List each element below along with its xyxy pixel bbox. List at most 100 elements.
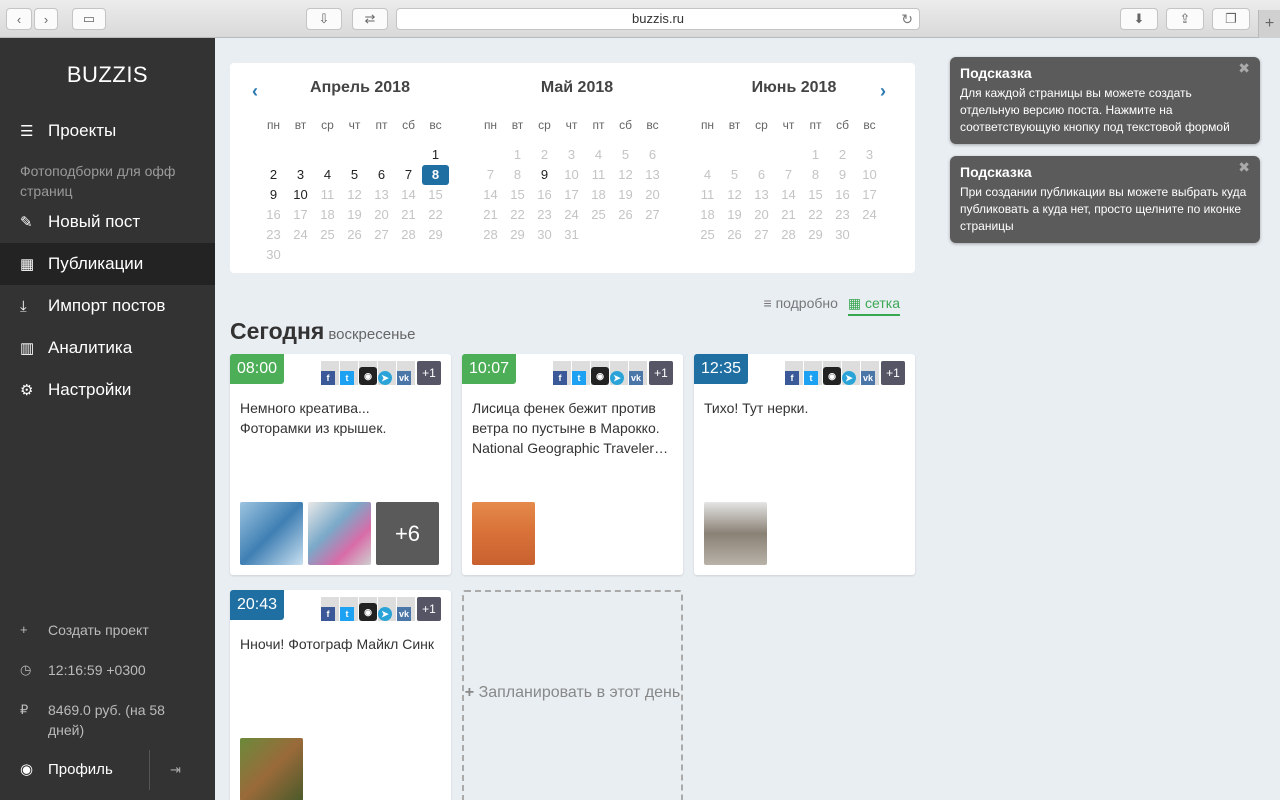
facebook-icon[interactable]: f: [321, 361, 339, 385]
calendar-day: 14: [401, 187, 416, 202]
vk-icon[interactable]: vk: [861, 361, 879, 385]
sidebar-item-publications[interactable]: ▦ Публикации: [0, 243, 215, 285]
post-photo[interactable]: [472, 502, 535, 565]
back-icon[interactable]: ‹: [6, 8, 32, 30]
calendar-day: 27: [754, 227, 769, 242]
create-project-link[interactable]: + Создать проект: [20, 620, 200, 640]
ruble-icon: ₽: [20, 702, 29, 717]
post-card[interactable]: 08:00 f t ◉ ➤ vk +1 Немного креатива... Фоторам…: [230, 354, 451, 575]
post-photo[interactable]: [704, 502, 767, 565]
post-photo[interactable]: [240, 502, 303, 565]
brand-logo[interactable]: BUZZIS: [0, 62, 215, 88]
month-june: Июнь 2018 пн вт ср чт пт сб вс 1 2 3 4 5 6 7 8 9 10 11 12 13…: [694, 79, 894, 245]
more-targets-badge[interactable]: +1: [881, 361, 905, 385]
telegram-icon[interactable]: ➤: [842, 361, 860, 385]
telegram-icon[interactable]: ➤: [610, 361, 628, 385]
twitter-icon[interactable]: t: [804, 361, 822, 385]
bookmark-download-icon[interactable]: ⇩: [306, 8, 342, 30]
sidebar-item-settings[interactable]: ⚙ Настройки: [0, 369, 215, 411]
month-april: Апрель 2018 пн вт ср чт пт сб вс 1 2 3 4 5 6 7 8 9 10 11 12…: [260, 79, 460, 265]
twitter-icon[interactable]: t: [572, 361, 590, 385]
weekday-label: вс: [646, 118, 659, 132]
calendar-day[interactable]: 2: [260, 165, 287, 185]
more-photos-thumb[interactable]: +6: [376, 502, 439, 565]
week-row: 11 12 13 14 15 16 17: [694, 185, 894, 205]
week-row: 2345678: [260, 165, 460, 185]
vk-icon[interactable]: vk: [397, 597, 415, 621]
calendar-day[interactable]: 7: [395, 165, 422, 185]
calendar-day-today[interactable]: 8: [422, 165, 449, 185]
facebook-icon[interactable]: f: [321, 597, 339, 621]
facebook-icon[interactable]: f: [785, 361, 803, 385]
week-row: 1 2 3: [694, 145, 894, 165]
camera-icon[interactable]: ◉: [359, 361, 377, 385]
calendar-day[interactable]: 1: [422, 145, 449, 165]
sidebar-item-projects[interactable]: ☰ Проекты: [0, 110, 215, 152]
post-card[interactable]: 20:43 f t ◉ ➤ vk +1 Нночи! Фотограф Майкл Синк: [230, 590, 451, 800]
calendar-day: 11: [320, 187, 335, 202]
balance[interactable]: ₽ 8469.0 руб. (на 58 дней): [20, 700, 200, 740]
close-icon[interactable]: ✖: [1238, 159, 1250, 176]
url-bar[interactable]: buzzis.ru ↻: [396, 8, 920, 30]
calendar-day[interactable]: 5: [341, 165, 368, 185]
prev-month-icon[interactable]: ‹: [252, 81, 258, 102]
post-photo[interactable]: [240, 738, 303, 800]
swap-icon[interactable]: ⇄: [352, 8, 388, 30]
post-card[interactable]: 12:35 f t ◉ ➤ vk +1 Тихо! Тут нерки.: [694, 354, 915, 575]
sidebar-toggle-icon[interactable]: ▭: [72, 8, 106, 30]
calendar-day: 24: [862, 207, 877, 222]
calendar-day[interactable]: 3: [287, 165, 314, 185]
calendar-day: 11: [700, 187, 715, 202]
post-card[interactable]: 10:07 f t ◉ ➤ vk +1 Лисица фенек бежит против в…: [462, 354, 683, 575]
sidebar-item-new-post[interactable]: ✎ Новый пост: [0, 201, 215, 243]
calendar-day[interactable]: 6: [368, 165, 395, 185]
calendar-day[interactable]: 10: [287, 185, 314, 205]
calendar-day: 18: [700, 207, 715, 222]
sidebar-item-label: Проекты: [48, 121, 117, 140]
vk-icon[interactable]: vk: [397, 361, 415, 385]
plan-day-button[interactable]: + Запланировать в этот день: [462, 590, 683, 800]
profile-link[interactable]: ◉ Профиль: [20, 760, 113, 779]
camera-icon[interactable]: ◉: [823, 361, 841, 385]
view-detailed-button[interactable]: ≡ подробно: [764, 295, 838, 316]
telegram-icon[interactable]: ➤: [378, 361, 396, 385]
new-tab-icon[interactable]: +: [1258, 10, 1280, 38]
calendar-empty-cell: [395, 145, 422, 165]
camera-icon[interactable]: ◉: [591, 361, 609, 385]
weekday-header: пн вт ср чт пт сб вс: [477, 115, 677, 135]
vk-icon[interactable]: vk: [629, 361, 647, 385]
share-icon[interactable]: ⇪: [1166, 8, 1204, 30]
more-targets-badge[interactable]: +1: [417, 361, 441, 385]
tabs-icon[interactable]: ❐: [1212, 8, 1250, 30]
calendar-day[interactable]: 9: [260, 185, 287, 205]
downloads-icon[interactable]: ⬇: [1120, 8, 1158, 30]
facebook-icon[interactable]: f: [553, 361, 571, 385]
calendar-empty-cell: [856, 225, 883, 245]
calendar-empty-cell: [287, 245, 314, 265]
twitter-icon[interactable]: t: [340, 361, 358, 385]
sidebar-item-analytics[interactable]: ▥ Аналитика: [0, 327, 215, 369]
calendar-empty-cell: [639, 225, 666, 245]
post-photo[interactable]: [308, 502, 371, 565]
logout-icon[interactable]: ⇥: [170, 762, 181, 778]
telegram-icon[interactable]: ➤: [378, 597, 396, 621]
calendar-day[interactable]: 9: [531, 165, 558, 185]
view-grid-button[interactable]: ▦ сетка: [847, 295, 900, 316]
calendar-day: 24: [293, 227, 308, 242]
calendar-empty-cell: [477, 145, 504, 165]
sidebar-item-import[interactable]: ⤓ Импорт постов: [0, 285, 215, 327]
week-row: 14 15 16 17 18 19 20: [477, 185, 677, 205]
twitter-icon[interactable]: t: [340, 597, 358, 621]
calendar-day[interactable]: 4: [314, 165, 341, 185]
calendar-day: 23: [537, 207, 552, 222]
camera-icon[interactable]: ◉: [359, 597, 377, 621]
reload-icon[interactable]: ↻: [901, 9, 913, 29]
calendar-day: 8: [513, 167, 522, 182]
calendar-day: 27: [374, 227, 389, 242]
close-icon[interactable]: ✖: [1238, 60, 1250, 77]
more-targets-badge[interactable]: +1: [417, 597, 441, 621]
weekday-label: чт: [348, 118, 361, 132]
more-targets-badge[interactable]: +1: [649, 361, 673, 385]
calendar-day: 5: [621, 147, 630, 162]
forward-icon[interactable]: ›: [34, 8, 58, 30]
